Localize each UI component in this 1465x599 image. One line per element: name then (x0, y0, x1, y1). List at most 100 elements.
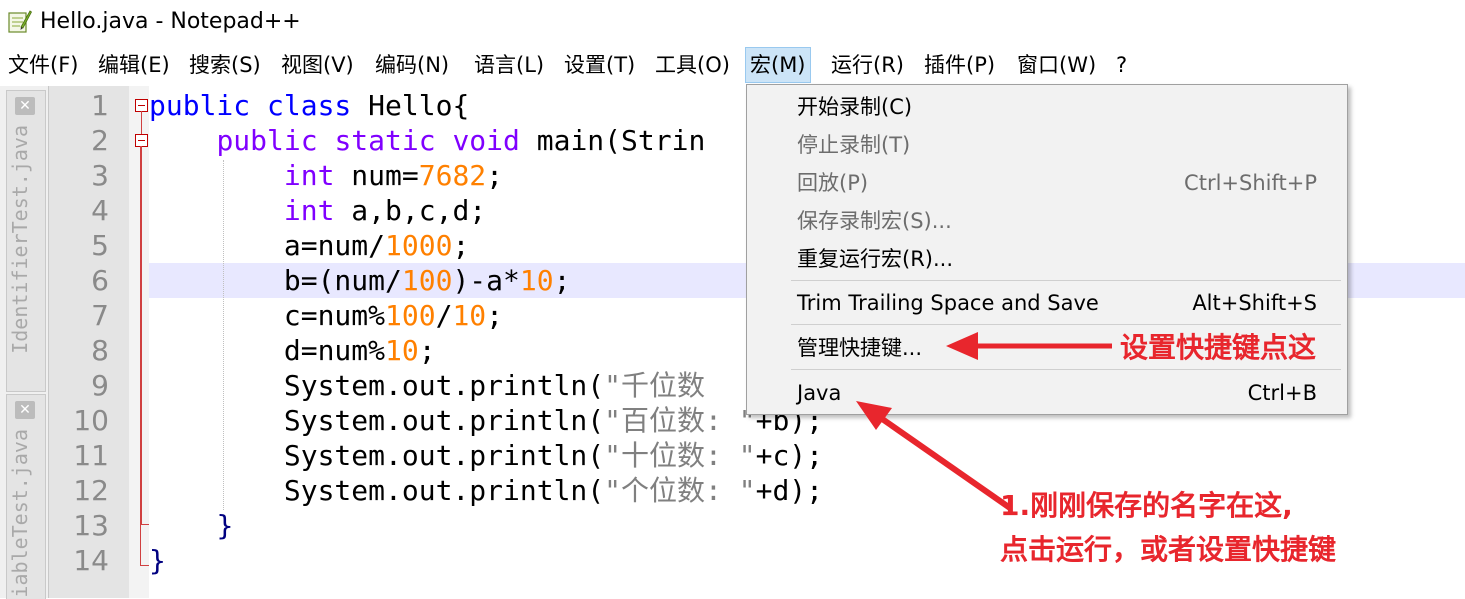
fold-line (141, 565, 149, 566)
code-number: 7682 (418, 159, 487, 192)
code-text: ; (486, 159, 504, 192)
menu-item-repeat-macro[interactable]: 重复运行宏(R)... (797, 242, 953, 276)
shortcut-playback: Ctrl+Shift+P (1184, 171, 1317, 195)
code-text: System.out.println( (283, 404, 605, 437)
menu-run[interactable]: 运行(R) (827, 48, 908, 82)
code-text: / (435, 299, 453, 332)
menu-tools[interactable]: 工具(O) (651, 48, 734, 82)
code-text: System.out.println( (283, 439, 605, 472)
code-line-3: int num=7682; (149, 158, 503, 193)
code-line-5: a=num/1000; (149, 228, 469, 263)
code-line-9: System.out.println("千位数 (149, 368, 705, 403)
menu-encoding[interactable]: 编码(N) (371, 48, 453, 82)
code-text: } (149, 544, 166, 577)
code-text: c=num% (283, 299, 386, 332)
line-number: 9 (91, 369, 109, 402)
code-line-14: } (149, 543, 166, 578)
code-string: "个位数: " (604, 474, 756, 507)
menu-view[interactable]: 视图(V) (277, 48, 358, 82)
code-keyword: public class (149, 89, 352, 122)
code-text: a,b,c,d; (334, 194, 487, 227)
code-string: "十位数: " (604, 439, 756, 472)
code-text: d=num% (283, 334, 386, 367)
code-number: 10 (385, 334, 419, 367)
menu-macro[interactable]: 宏(M) (745, 47, 811, 83)
code-text: ; (486, 299, 504, 332)
notepad-plus-plus-icon (8, 10, 32, 33)
code-number: 10 (452, 299, 487, 332)
code-text: ; (452, 229, 470, 262)
menu-item-java-macro[interactable]: Java (797, 376, 841, 410)
tab-label: iableTest.java (8, 429, 32, 598)
line-number: 14 (73, 544, 109, 577)
menu-separator (791, 280, 1341, 281)
code-string: "千位数 (604, 369, 706, 402)
line-number: 2 (91, 124, 109, 157)
annotation-saved-hint-line1: 1.刚刚保存的名字在这, (1000, 489, 1293, 522)
code-number: 10 (519, 264, 554, 297)
code-text: b=(num/ (283, 264, 402, 297)
close-icon[interactable]: ✕ (15, 97, 35, 115)
code-keyword: int (283, 194, 335, 227)
code-text: main(Strin (519, 124, 706, 157)
title-bar: Hello.java - Notepad++ (0, 0, 1465, 44)
code-text: System.out.println( (283, 369, 605, 402)
menu-file[interactable]: 文件(F) (4, 48, 82, 82)
code-line-7: c=num%100/10; (149, 298, 503, 333)
code-text: num= (334, 159, 419, 192)
code-text: +c); (755, 439, 824, 472)
fold-line (141, 146, 142, 524)
annotation-saved-hint-line2: 点击运行，或者设置快捷键 (1000, 533, 1337, 566)
close-icon[interactable]: ✕ (15, 401, 35, 419)
code-text: ; (418, 334, 436, 367)
menu-plugins[interactable]: 插件(P) (920, 48, 999, 82)
code-text: a=num/ (283, 229, 386, 262)
code-line-11: System.out.println("十位数: "+c); (149, 438, 823, 473)
line-number: 10 (73, 404, 109, 437)
fold-margin (129, 86, 149, 598)
menu-item-trim-trailing[interactable]: Trim Trailing Space and Save (797, 286, 1099, 320)
menu-language[interactable]: 语言(L) (470, 48, 548, 82)
code-line-10: System.out.println("百位数: "+b); (149, 403, 823, 438)
shortcut-trim-trailing: Alt+Shift+S (1192, 291, 1317, 315)
menu-settings[interactable]: 设置(T) (560, 48, 639, 82)
line-number: 13 (73, 509, 109, 542)
code-line-8: d=num%10; (149, 333, 436, 368)
line-number: 3 (91, 159, 109, 192)
fold-line (141, 111, 142, 134)
code-line-12: System.out.println("个位数: "+d); (149, 473, 823, 508)
code-number: 100 (401, 264, 453, 297)
menu-help[interactable]: ? (1112, 48, 1131, 82)
code-text: ; (553, 264, 571, 297)
line-number: 7 (91, 299, 109, 332)
menu-edit[interactable]: 编辑(E) (94, 48, 174, 82)
menu-separator (791, 324, 1341, 325)
tab-label: IdentifierTest.java (8, 125, 32, 354)
menu-window[interactable]: 窗口(W) (1013, 48, 1100, 82)
menu-item-playback[interactable]: 回放(P) (797, 166, 868, 200)
line-number: 12 (73, 474, 109, 507)
menu-item-save-macro[interactable]: 保存录制宏(S)... (797, 204, 952, 238)
code-text: System.out.println( (283, 474, 605, 507)
code-line-2: public static void main(Strin (149, 123, 705, 158)
line-number: 4 (91, 194, 109, 227)
doc-tab-variabletest[interactable]: ✕ iableTest.java (6, 394, 46, 599)
code-line-4: int a,b,c,d; (149, 193, 486, 228)
code-text: +d); (755, 474, 824, 507)
menu-item-manage-shortcuts[interactable]: 管理快捷键... (797, 331, 922, 365)
menu-bar: 文件(F) 编辑(E) 搜索(S) 视图(V) 编码(N) 语言(L) 设置(T… (0, 44, 1465, 86)
code-line-13: } (149, 508, 233, 543)
code-string: "百位数: " (604, 404, 756, 437)
line-number: 8 (91, 334, 109, 367)
line-number: 5 (91, 229, 109, 262)
code-number: 100 (385, 299, 436, 332)
menu-item-start-recording[interactable]: 开始录制(C) (797, 90, 912, 124)
fold-line (141, 524, 149, 525)
document-tab-bar: ✕ IdentifierTest.java ✕ iableTest.java (0, 86, 49, 599)
menu-item-stop-recording[interactable]: 停止录制(T) (797, 128, 910, 162)
menu-search[interactable]: 搜索(S) (185, 48, 265, 82)
doc-tab-identifiertest[interactable]: ✕ IdentifierTest.java (6, 90, 46, 392)
code-text: )-a* (452, 264, 520, 297)
annotation-shortcut-hint: 设置快捷键点这 (1120, 331, 1317, 364)
code-keyword: int (283, 159, 335, 192)
